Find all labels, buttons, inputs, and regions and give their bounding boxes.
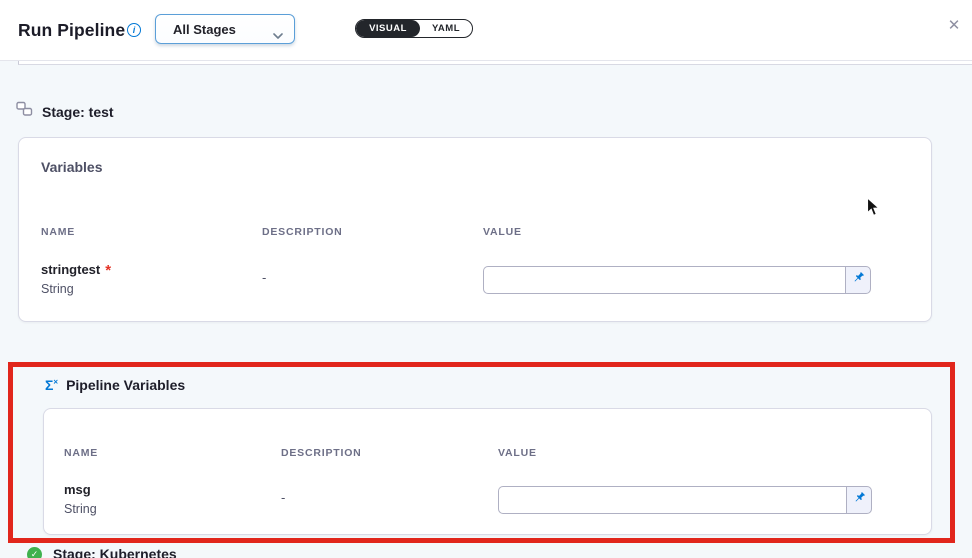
pipeline-variables-card: NAME DESCRIPTION VALUE msg String - (43, 408, 932, 535)
modal-header: Run Pipeline i All Stages VISUAL YAML ✕ (0, 0, 972, 61)
column-header-description: DESCRIPTION (281, 447, 362, 459)
variable-description: - (262, 270, 266, 285)
stage-title: Stage: test (42, 104, 114, 120)
value-input[interactable] (498, 486, 846, 514)
column-header-description: DESCRIPTION (262, 226, 343, 238)
stages-icon (16, 101, 33, 122)
value-input[interactable] (483, 266, 845, 294)
pipeline-variables-header: Σ× Pipeline Variables (45, 377, 185, 393)
stage-selector-value: All Stages (173, 22, 236, 37)
variable-value-group (498, 486, 872, 514)
variables-card: Variables NAME DESCRIPTION VALUE stringt… (18, 137, 932, 322)
variable-name: stringtest (41, 262, 100, 277)
stage-header-test: Stage: test (16, 101, 114, 122)
variable-value-group (483, 266, 871, 294)
required-asterisk: * (105, 262, 111, 279)
variable-row-name: msg String (64, 479, 97, 517)
column-header-name: NAME (41, 226, 75, 238)
stage-title: Stage: Kubernetes (53, 546, 177, 558)
pin-button[interactable] (846, 486, 872, 514)
stage-selector[interactable]: All Stages (155, 14, 295, 44)
variables-card-title: Variables (41, 159, 103, 175)
variable-row-name: stringtest * String (41, 259, 111, 298)
variable-name: msg (64, 482, 91, 497)
pin-icon (852, 491, 866, 510)
view-toggle: VISUAL YAML (355, 19, 473, 38)
page-title: Run Pipeline (18, 20, 125, 41)
run-pipeline-modal: Run Pipeline i All Stages VISUAL YAML ✕ … (0, 0, 972, 558)
toggle-visual[interactable]: VISUAL (356, 20, 420, 37)
success-check-icon: ✓ (27, 547, 42, 558)
sigma-icon: Σ× (45, 377, 58, 393)
column-header-name: NAME (64, 447, 98, 459)
mouse-cursor (866, 197, 881, 223)
variable-description: - (281, 490, 285, 505)
chevron-down-icon (273, 26, 283, 44)
close-icon[interactable]: ✕ (944, 16, 964, 36)
variable-type: String (41, 281, 111, 298)
pipeline-variables-title: Pipeline Variables (66, 377, 185, 393)
column-header-value: VALUE (498, 447, 537, 459)
pin-icon (851, 271, 865, 290)
stage-header-kubernetes: ✓ Stage: Kubernetes (27, 546, 177, 558)
info-icon[interactable]: i (127, 23, 141, 37)
variable-type: String (64, 501, 97, 518)
pin-button[interactable] (845, 266, 871, 294)
column-header-value: VALUE (483, 226, 522, 238)
scrolled-card-remnant (18, 61, 972, 65)
toggle-yaml[interactable]: YAML (420, 20, 472, 37)
